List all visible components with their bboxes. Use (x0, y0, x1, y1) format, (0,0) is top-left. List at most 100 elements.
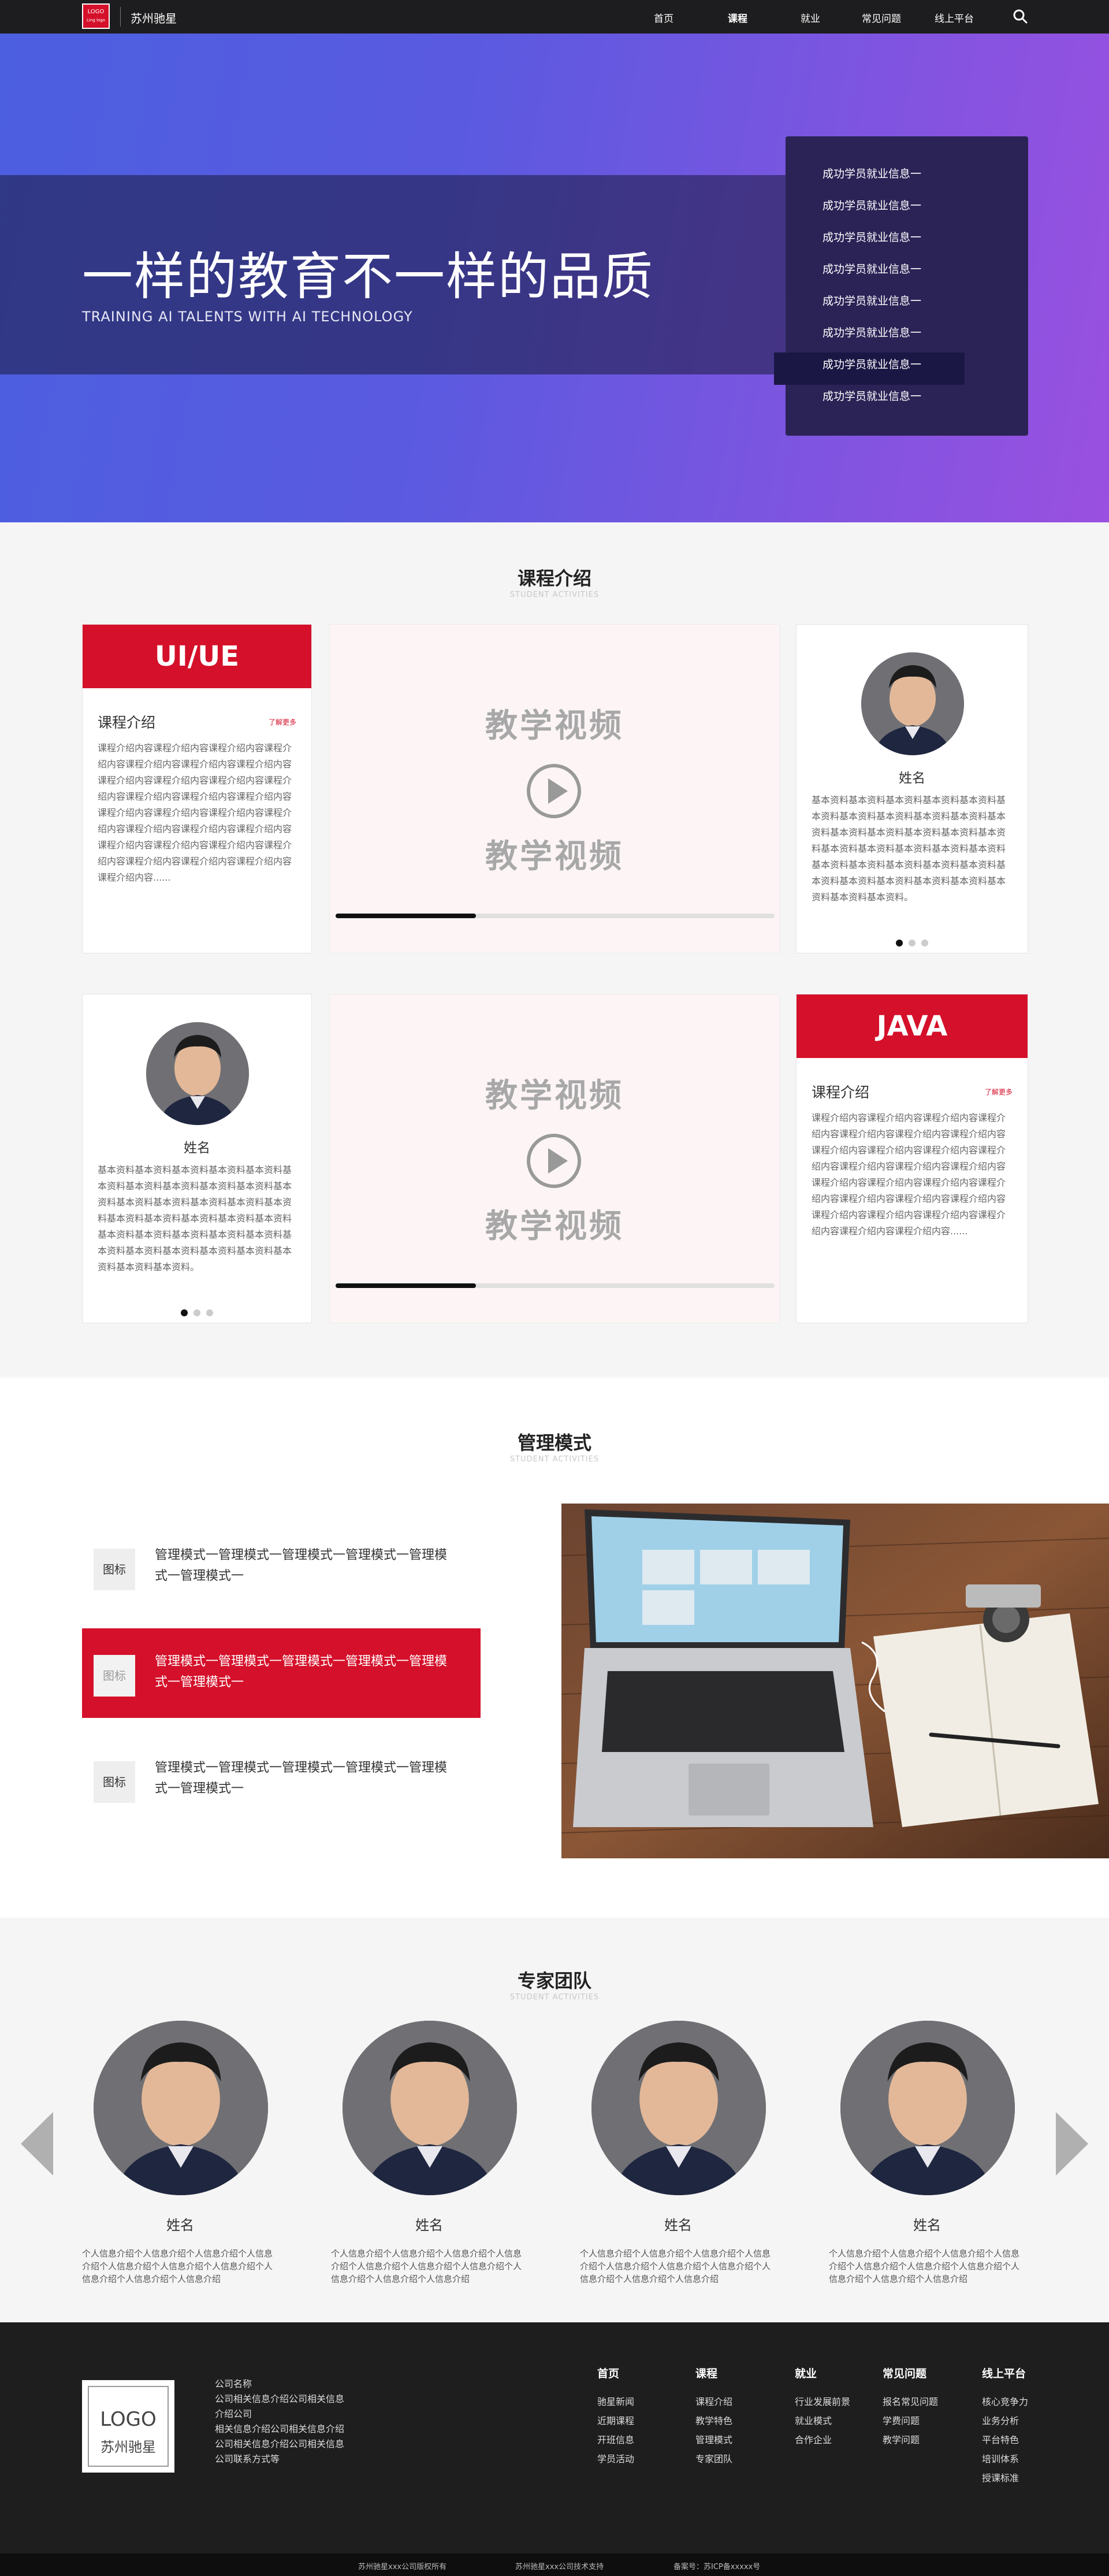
news-item[interactable]: 成功学员就业信息一 (823, 197, 921, 213)
footer-link[interactable]: 授课标准 (982, 2469, 1028, 2488)
news-item[interactable]: 成功学员就业信息一 (823, 165, 921, 181)
carousel-dot[interactable] (181, 1309, 188, 1316)
nav-item-employment[interactable]: 就业 (801, 10, 820, 25)
course-card-text: 课程介绍内容课程介绍内容课程介绍内容课程介绍内容课程介绍内容课程介绍内容课程介绍… (98, 743, 292, 883)
footer-link[interactable]: 报名常见问题 (883, 2392, 938, 2411)
news-item[interactable]: 成功学员就业信息一 (823, 229, 921, 244)
footer-column-title[interactable]: 课程 (695, 2365, 732, 2381)
footer-link[interactable]: 教学特色 (695, 2411, 732, 2430)
footer-logo-brand: 苏州驰星 (101, 2439, 156, 2455)
expert-name: 姓名 (913, 2217, 941, 2233)
company-description: 公司相关信息介绍公司相关信息介绍公司 (215, 2393, 345, 2419)
footer-link[interactable]: 培训体系 (982, 2449, 1028, 2469)
video-label: 教学视频 (485, 1208, 624, 1245)
video-label: 教学视频 (485, 1077, 624, 1115)
news-item[interactable]: 成功学员就业信息一 (823, 292, 921, 308)
footer-link[interactable]: 合作企业 (795, 2430, 850, 2449)
teaching-video[interactable]: 教学视频 教学视频 (329, 624, 780, 953)
arrow-left-icon[interactable] (21, 2112, 53, 2176)
news-item[interactable]: 成功学员就业信息一 (823, 388, 921, 403)
hero-banner: 一样的教育不一样的品质 TRAINING AI TALENTS WITH AI … (0, 34, 1109, 522)
hero-title: 一样的教育不一样的品质 (82, 247, 654, 306)
arrow-right-icon[interactable] (1056, 2112, 1088, 2176)
footer-column-title[interactable]: 常见问题 (883, 2365, 938, 2381)
management-item[interactable]: 图标 管理模式一管理模式一管理模式一管理模式一管理模式一管理模式一 (82, 1522, 481, 1612)
course-card-java[interactable]: JAVA 课程介绍 了解更多 课程介绍内容课程介绍内容课程介绍内容课程介绍内容课… (796, 994, 1028, 1323)
management-item-active[interactable]: 图标 管理模式一管理模式一管理模式一管理模式一管理模式一管理模式一 (82, 1628, 481, 1718)
play-icon[interactable] (526, 1133, 582, 1189)
nav-item-online-platform[interactable]: 线上平台 (935, 10, 974, 25)
logo-subtext: Ling logo (87, 18, 105, 23)
carousel-dot[interactable] (921, 940, 928, 946)
teacher-bio: 基本资料基本资料基本资料基本资料基本资料基本资料基本资料基本资料基本资料基本资料… (98, 1164, 292, 1272)
section-title: 专家团队 (517, 1970, 591, 1992)
teacher-profile-card: 姓名 基本资料基本资料基本资料基本资料基本资料基本资料基本资料基本资料基本资料基… (82, 994, 312, 1323)
footer-column-faq: 常见问题 报名常见问题 学费问题 教学问题 (883, 2365, 938, 2449)
teacher-profile-card: 姓名 基本资料基本资料基本资料基本资料基本资料基本资料基本资料基本资料基本资料基… (796, 624, 1028, 953)
learn-more-link[interactable]: 了解更多 (269, 717, 296, 727)
footer-link[interactable]: 管理模式 (695, 2430, 732, 2449)
video-progress-bar[interactable] (336, 914, 775, 918)
footer-column-platform: 线上平台 核心竞争力 业务分析 平台特色 培训体系 授课标准 (982, 2365, 1028, 2488)
avatar (861, 652, 964, 755)
footer-column-title[interactable]: 就业 (795, 2365, 850, 2381)
carousel-dot[interactable] (206, 1309, 213, 1316)
logo-text: LOGO (87, 9, 105, 15)
footer-column-home: 首页 驰星新闻 近期课程 开班信息 学员活动 (597, 2365, 634, 2469)
expert-name: 姓名 (166, 2217, 194, 2233)
course-card-title: 课程介绍 (98, 714, 156, 731)
footer-link[interactable]: 专家团队 (695, 2449, 732, 2469)
teaching-video[interactable]: 教学视频 教学视频 (329, 994, 780, 1323)
management-text: 管理模式一管理模式一管理模式一管理模式一管理模式一管理模式一 (155, 1761, 448, 1796)
nav-item-course[interactable]: 课程 (728, 10, 747, 25)
carousel-dots (797, 938, 1028, 949)
nav-divider (120, 7, 121, 27)
news-item[interactable]: 成功学员就业信息一 (823, 356, 921, 372)
company-description: 相关信息介绍公司相关信息介绍公司相关信息介绍公司相关信息 (215, 2423, 345, 2449)
course-card-text: 课程介绍内容课程介绍内容课程介绍内容课程介绍内容课程介绍内容课程介绍内容课程介绍… (812, 1112, 1006, 1237)
news-item-active[interactable]: 成功学员就业信息一 (823, 324, 921, 340)
footer-link[interactable]: 核心竞争力 (982, 2392, 1028, 2411)
expert-description: 个人信息介绍个人信息介绍个人信息介绍个人信息介绍个人信息介绍个人信息介绍个人信息… (331, 2248, 522, 2284)
copyright-text: 苏州驰星xxx公司版权所有 (358, 2563, 447, 2571)
course-card-uiue[interactable]: UI/UE 课程介绍 了解更多 课程介绍内容课程介绍内容课程介绍内容课程介绍内容… (82, 624, 312, 953)
footer-column-title[interactable]: 首页 (597, 2365, 634, 2381)
footer-link[interactable]: 开班信息 (597, 2430, 634, 2449)
management-section: 管理模式 STUDENT ACTIVITIES 图标 管理模式一管理模式一管理模… (0, 1378, 1109, 1918)
footer-link[interactable]: 行业发展前景 (795, 2392, 850, 2411)
management-text: 管理模式一管理模式一管理模式一管理模式一管理模式一管理模式一 (155, 1548, 448, 1583)
nav-item-faq[interactable]: 常见问题 (862, 10, 901, 25)
footer-link[interactable]: 近期课程 (597, 2411, 634, 2430)
icp-record-text: 备案号：苏ICP备xxxxx号 (673, 2563, 761, 2571)
expert-team-section: 专家团队 STUDENT ACTIVITIES 姓名 个人信息介绍个人信息介绍个… (0, 1918, 1109, 2322)
management-icon: 图标 (94, 1761, 135, 1803)
avatar (343, 2021, 517, 2195)
search-icon[interactable] (1012, 8, 1028, 24)
nav-item-home[interactable]: 首页 (654, 10, 673, 25)
footer-link[interactable]: 学费问题 (883, 2411, 938, 2430)
footer-link[interactable]: 教学问题 (883, 2430, 938, 2449)
carousel-dot[interactable] (193, 1309, 200, 1316)
teacher-name: 姓名 (184, 1141, 210, 1156)
carousel-dot[interactable] (909, 940, 916, 946)
avatar (591, 2021, 766, 2195)
video-progress-bar[interactable] (336, 1283, 775, 1288)
news-item[interactable]: 成功学员就业信息一 (823, 261, 921, 276)
carousel-dots (83, 1308, 311, 1319)
carousel-dot[interactable] (896, 940, 903, 946)
footer-column-title[interactable]: 线上平台 (982, 2365, 1028, 2381)
logo[interactable]: LOGO Ling logo (82, 3, 110, 29)
management-icon: 图标 (94, 1655, 135, 1697)
footer-link[interactable]: 学员活动 (597, 2449, 634, 2469)
footer-column-course: 课程 课程介绍 教学特色 管理模式 专家团队 (695, 2365, 732, 2469)
management-item[interactable]: 图标 管理模式一管理模式一管理模式一管理模式一管理模式一管理模式一 (82, 1735, 481, 1824)
footer-link[interactable]: 业务分析 (982, 2411, 1028, 2430)
section-title: 管理模式 (517, 1432, 591, 1454)
footer-link[interactable]: 就业模式 (795, 2411, 850, 2430)
footer-link[interactable]: 驰星新闻 (597, 2392, 634, 2411)
learn-more-link[interactable]: 了解更多 (985, 1087, 1013, 1097)
play-icon[interactable] (526, 763, 582, 819)
footer-link[interactable]: 课程介绍 (695, 2392, 732, 2411)
footer-link[interactable]: 平台特色 (982, 2430, 1028, 2449)
footer-logo[interactable]: LOGO 苏州驰星 (82, 2380, 174, 2473)
